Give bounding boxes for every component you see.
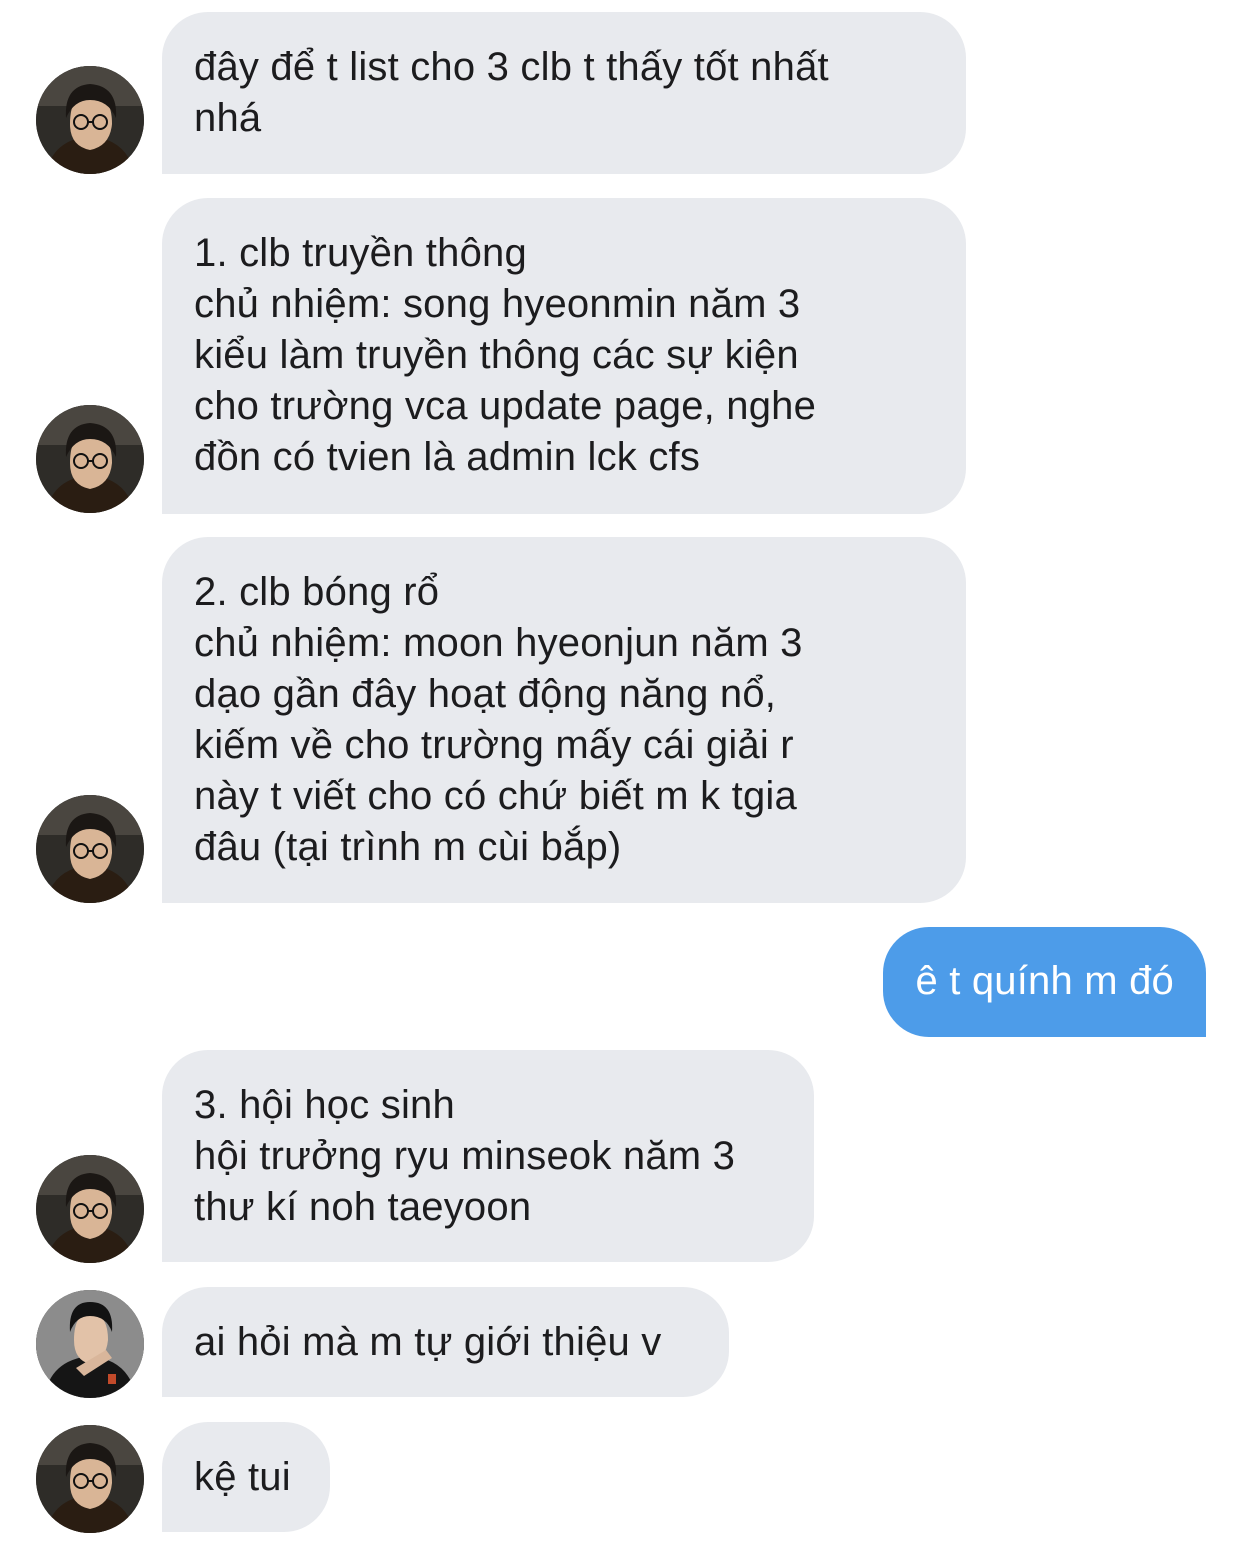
avatar-pose-image bbox=[36, 1290, 144, 1398]
message-bubble-incoming[interactable]: 1. clb truyền thông chủ nhiệm: song hyeo… bbox=[162, 198, 966, 514]
message-bubble-incoming[interactable]: kệ tui bbox=[162, 1422, 330, 1532]
message-bubble-incoming[interactable]: đây để t list cho 3 clb t thấy tốt nhất … bbox=[162, 12, 966, 174]
message-bubble-outgoing[interactable]: ê t quính m đó bbox=[883, 927, 1206, 1037]
message-bubble-incoming[interactable]: 3. hội học sinh hội trưởng ryu minseok n… bbox=[162, 1050, 814, 1262]
message-bubble-incoming[interactable]: ai hỏi mà m tự giới thiệu v bbox=[162, 1287, 729, 1397]
avatar-glasses-image bbox=[36, 1155, 144, 1263]
message-bubble-incoming[interactable]: 2. clb bóng rổ chủ nhiệm: moon hyeonjun … bbox=[162, 537, 966, 903]
avatar-glasses[interactable] bbox=[36, 795, 144, 903]
avatar-glasses[interactable] bbox=[36, 405, 144, 513]
avatar-glasses-image bbox=[36, 1425, 144, 1533]
avatar-glasses[interactable] bbox=[36, 1425, 144, 1533]
avatar-glasses-image bbox=[36, 66, 144, 174]
avatar-glasses[interactable] bbox=[36, 1155, 144, 1263]
avatar-glasses-image bbox=[36, 795, 144, 903]
avatar-pose[interactable] bbox=[36, 1290, 144, 1398]
avatar-glasses-image bbox=[36, 405, 144, 513]
avatar-glasses[interactable] bbox=[36, 66, 144, 174]
